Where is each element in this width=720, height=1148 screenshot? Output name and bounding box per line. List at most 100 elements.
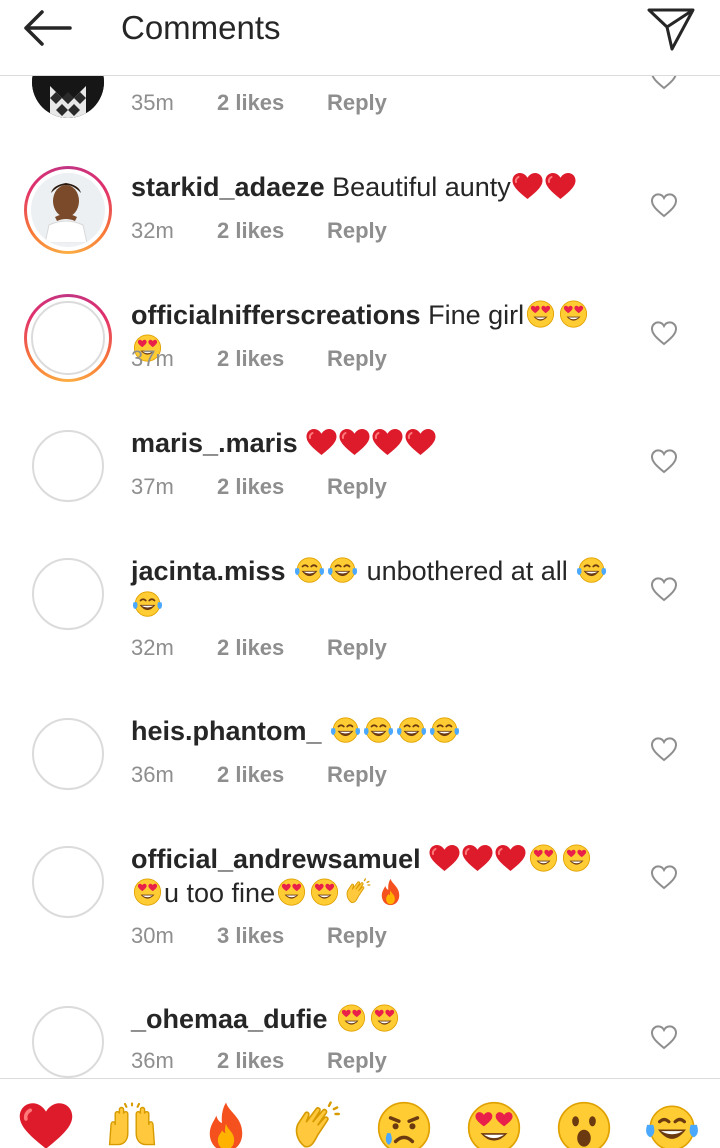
comment-username[interactable]: maris_.maris: [131, 428, 298, 458]
like-heart-icon[interactable]: [650, 736, 678, 762]
comment-username[interactable]: _ohemaa_dufie: [131, 1004, 328, 1034]
comment-likes[interactable]: 2 likes: [217, 90, 327, 116]
comment-likes[interactable]: 2 likes: [217, 635, 327, 661]
comment-likes[interactable]: 2 likes: [217, 218, 327, 244]
comment-text: starkid_adaeze Beautiful aunty: [131, 170, 621, 204]
avatar[interactable]: [32, 430, 104, 502]
heart-eyes-emoji-icon: [368, 1004, 401, 1032]
clapping-hands-emoji-icon: [341, 878, 374, 906]
fire-emoji-icon: [203, 1101, 249, 1148]
comment-body: Fine girl: [428, 300, 525, 330]
like-heart-icon[interactable]: [650, 320, 678, 346]
emoji-button-clapping-hands[interactable]: [288, 1101, 344, 1148]
app-header: Comments: [0, 0, 720, 76]
red-heart-emoji-icon: [18, 1101, 74, 1148]
reply-button[interactable]: Reply: [327, 635, 387, 661]
reply-button[interactable]: Reply: [327, 90, 387, 116]
profile-photo: [31, 301, 105, 375]
comment-username[interactable]: officialnifferscreations: [131, 300, 421, 330]
comment-text: _ohemaa_dufie: [131, 1002, 621, 1036]
comment-meta: 37m 2 likes Reply: [131, 346, 387, 372]
emoji-button-fire[interactable]: [198, 1101, 254, 1148]
heart-eyes-emoji-icon: [560, 844, 593, 872]
comment-username[interactable]: official_andrewsamuel: [131, 844, 421, 874]
tears-of-joy-emoji-icon: [644, 1101, 700, 1148]
emoji-button-astonished-face[interactable]: [556, 1101, 612, 1148]
emoji-button-crying-face[interactable]: [376, 1101, 432, 1148]
emoji-button-tears-of-joy[interactable]: [644, 1101, 700, 1148]
red-heart-emoji-icon: [338, 428, 371, 456]
red-heart-emoji-icon: [494, 844, 527, 872]
tears-of-joy-emoji-icon: [428, 716, 461, 744]
comment-meta: 32m 2 likes Reply: [131, 218, 387, 244]
reply-button[interactable]: Reply: [327, 474, 387, 500]
comment-meta: 37m 2 likes Reply: [131, 474, 387, 500]
heart-eyes-emoji-icon: [308, 878, 341, 906]
avatar[interactable]: [24, 166, 112, 254]
paper-plane-icon: [647, 8, 695, 51]
emoji-button-red-heart[interactable]: [18, 1101, 74, 1148]
red-heart-emoji-icon: [511, 172, 544, 200]
heart-eyes-emoji-icon: [557, 300, 590, 328]
reply-button[interactable]: Reply: [327, 218, 387, 244]
comment-meta: 36m 2 likes Reply: [131, 1048, 387, 1074]
avatar[interactable]: [32, 846, 104, 918]
comment-body: unbothered at all: [366, 556, 568, 586]
heart-eyes-emoji-icon: [131, 878, 164, 906]
avatar[interactable]: [32, 1006, 104, 1078]
comment-meta: 36m 2 likes Reply: [131, 762, 387, 788]
heart-eyes-emoji-icon: [275, 878, 308, 906]
tears-of-joy-emoji-icon: [329, 716, 362, 744]
avatar[interactable]: [24, 294, 112, 382]
comment-username[interactable]: heis.phantom_: [131, 716, 322, 746]
emoji-button-raising-hands[interactable]: [104, 1101, 160, 1148]
astonished-face-emoji-icon: [557, 1101, 611, 1148]
clapping-hands-emoji-icon: [290, 1101, 342, 1148]
comment-body: Beautiful aunty: [332, 172, 511, 202]
tears-of-joy-emoji-icon: [326, 556, 359, 584]
comment-likes[interactable]: 2 likes: [217, 762, 327, 788]
comment-username[interactable]: jacinta.miss: [131, 556, 286, 586]
comment-meta: 30m 3 likes Reply: [131, 923, 387, 949]
reply-button[interactable]: Reply: [327, 1048, 387, 1074]
reply-button[interactable]: Reply: [327, 346, 387, 372]
comment-body: u too fine: [164, 878, 276, 908]
like-heart-icon[interactable]: [650, 864, 678, 890]
emoji-button-heart-eyes[interactable]: [466, 1101, 522, 1148]
comment-meta: 35m 2 likes Reply: [131, 90, 387, 116]
reply-button[interactable]: Reply: [327, 923, 387, 949]
avatar[interactable]: [32, 558, 104, 630]
comment-text: official_andrewsamuel u too fine: [131, 842, 621, 910]
like-heart-icon[interactable]: [650, 1024, 678, 1050]
comment-likes[interactable]: 2 likes: [217, 1048, 327, 1074]
comment-time: 30m: [131, 923, 174, 948]
like-heart-icon[interactable]: [650, 192, 678, 218]
tears-of-joy-emoji-icon: [293, 556, 326, 584]
share-button[interactable]: [645, 4, 697, 52]
comment-meta: 32m 2 likes Reply: [131, 635, 387, 661]
comment-time: 35m: [131, 90, 174, 115]
comment-username[interactable]: starkid_adaeze: [131, 172, 325, 202]
heart-eyes-emoji-icon: [335, 1004, 368, 1032]
comment-time: 32m: [131, 218, 174, 243]
tears-of-joy-emoji-icon: [131, 590, 164, 618]
red-heart-emoji-icon: [428, 844, 461, 872]
red-heart-emoji-icon: [371, 428, 404, 456]
back-button[interactable]: [20, 6, 76, 50]
comment-time: 37m: [131, 346, 174, 371]
red-heart-emoji-icon: [305, 428, 338, 456]
avatar[interactable]: [32, 718, 104, 790]
like-heart-icon[interactable]: [650, 576, 678, 602]
comment-text: jacinta.miss unbothered at all: [131, 554, 621, 622]
red-heart-emoji-icon: [404, 428, 437, 456]
comment-time: 36m: [131, 1048, 174, 1073]
tears-of-joy-emoji-icon: [575, 556, 608, 584]
comment-likes[interactable]: 3 likes: [217, 923, 327, 949]
comment-time: 36m: [131, 762, 174, 787]
comments-list[interactable]: 35m 2 likes Reply starkid_adaeze Beautif…: [0, 0, 720, 1078]
like-heart-icon[interactable]: [650, 448, 678, 474]
comment-likes[interactable]: 2 likes: [217, 346, 327, 372]
reply-button[interactable]: Reply: [327, 762, 387, 788]
comment-likes[interactable]: 2 likes: [217, 474, 327, 500]
heart-eyes-emoji-icon: [527, 844, 560, 872]
